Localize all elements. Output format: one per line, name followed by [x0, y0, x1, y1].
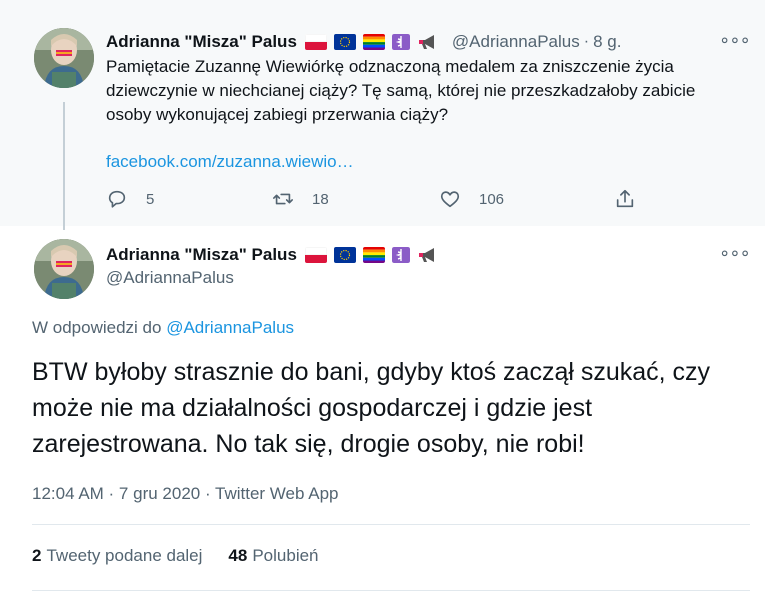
retweets-stat[interactable]: 2 Tweety podane dalej — [32, 546, 202, 566]
divider — [32, 524, 750, 525]
divider — [32, 590, 750, 591]
author-name[interactable]: Adrianna "Misza" Palus — [106, 245, 297, 265]
avatar[interactable] — [34, 28, 94, 88]
medical-icon — [391, 247, 410, 263]
tweet-actions: 5 18 106 — [106, 188, 646, 214]
retweet-icon — [273, 193, 293, 205]
reply-handle-link[interactable]: @AdriannaPalus — [166, 318, 294, 337]
retweet-count: 18 — [312, 190, 329, 208]
more-icon[interactable]: ∘∘∘ — [719, 30, 751, 51]
share-button[interactable] — [614, 188, 636, 210]
author-handle[interactable]: @AdriannaPalus — [106, 268, 234, 288]
avatar-image — [34, 239, 94, 299]
megaphone-icon — [417, 247, 439, 263]
retweet-count: 2 — [32, 546, 42, 565]
author-name[interactable]: Adrianna "Misza" Palus — [106, 32, 297, 52]
tweet-timestamp[interactable]: 12:04 AM · 7 gru 2020 · Twitter Web App — [32, 484, 339, 504]
retweet-label: Tweety podane dalej — [46, 546, 203, 565]
eu-flag-icon — [333, 247, 356, 263]
like-button[interactable]: 106 — [439, 188, 504, 210]
like-label: Polubień — [252, 546, 319, 565]
like-count: 106 — [479, 190, 505, 208]
tweet-text: BTW byłoby strasznie do bani, gdyby ktoś… — [32, 358, 711, 458]
share-icon — [616, 189, 634, 208]
avatar[interactable] — [34, 239, 94, 299]
reply-context: W odpowiedzi do @AdriannaPalus — [32, 318, 294, 338]
tweet-link[interactable]: facebook.com/zuzanna.wiewio… — [106, 152, 354, 172]
tweet-stats: 2 Tweety podane dalej 48 Polubień — [32, 546, 345, 566]
reply-icon — [108, 190, 126, 208]
author-handle[interactable]: @AdriannaPalus — [452, 32, 580, 52]
rainbow-flag-icon — [362, 34, 385, 50]
like-icon — [440, 191, 460, 208]
like-count: 48 — [228, 546, 248, 565]
reply-count: 5 — [146, 190, 155, 208]
rainbow-flag-icon — [362, 247, 385, 263]
tweet-time[interactable]: 8 g. — [593, 32, 621, 52]
retweet-button[interactable]: 18 — [272, 188, 329, 210]
parent-tweet[interactable]: Adrianna "Misza" Palus @AdriannaPalus · … — [0, 0, 765, 226]
likes-stat[interactable]: 48 Polubień — [228, 546, 318, 566]
poland-flag-icon — [304, 34, 327, 50]
reply-prefix: W odpowiedzi do — [32, 318, 162, 337]
thread-line — [63, 102, 65, 230]
eu-flag-icon — [333, 34, 356, 50]
reply-button[interactable]: 5 — [106, 188, 154, 210]
more-icon[interactable]: ∘∘∘ — [719, 243, 751, 264]
avatar-image — [34, 28, 94, 88]
poland-flag-icon — [304, 247, 327, 263]
medical-icon — [391, 34, 410, 50]
separator-dot: · — [583, 33, 590, 50]
tweet-text: Pamiętacie Zuzannę Wiewiórkę odznaczoną … — [106, 57, 696, 124]
megaphone-icon — [417, 34, 439, 50]
